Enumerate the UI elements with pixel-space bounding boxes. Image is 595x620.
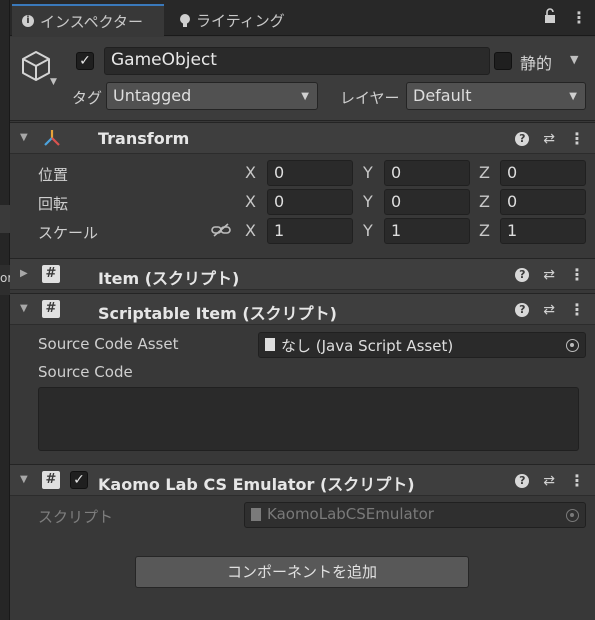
object-name-field[interactable]: GameObject	[104, 47, 490, 75]
kebab-menu-icon[interactable]: ⋮	[571, 8, 587, 28]
cube-icon[interactable]	[20, 49, 52, 87]
presets-icon[interactable]: ⇄	[543, 302, 555, 318]
source-code-asset-value: なし (Java Script Asset)	[281, 337, 454, 355]
position-x-field[interactable]: 0	[267, 160, 353, 186]
emulator-component-header[interactable]: ▼ # ✓ Kaomo Lab CS Emulator (スクリプト) ? ⇄ …	[10, 464, 595, 496]
transform-component-header[interactable]: ▼ Transform ? ⇄ ⋮	[10, 122, 595, 154]
layer-value: Default	[413, 86, 472, 105]
script-hash-icon: #	[42, 300, 60, 318]
axis-y-label: Y	[363, 192, 373, 211]
kebab-menu-icon[interactable]: ⋮	[569, 265, 585, 284]
component-enabled-checkbox[interactable]: ✓	[70, 471, 88, 489]
presets-icon[interactable]: ⇄	[543, 267, 555, 283]
position-label: 位置	[38, 166, 69, 184]
foldout-expanded-icon[interactable]: ▼	[20, 303, 28, 314]
inspector-panel: i インスペクター ライティング ⋮ ▼ ✓ GameObject 静的 ▼ タ…	[10, 0, 595, 620]
tag-dropdown[interactable]: Untagged ▼	[106, 82, 318, 110]
scale-y-field[interactable]: 1	[384, 218, 470, 244]
component-tools: ? ⇄ ⋮	[515, 129, 585, 148]
tag-value: Untagged	[113, 86, 192, 105]
tab-tools: ⋮	[543, 8, 587, 28]
help-icon[interactable]: ?	[515, 473, 530, 488]
component-title: Item (スクリプト)	[98, 269, 240, 288]
script-label: スクリプト	[38, 508, 114, 526]
rotation-y-field[interactable]: 0	[384, 189, 470, 215]
rotation-label: 回転	[38, 195, 69, 213]
left-panel-row: or	[0, 265, 12, 295]
position-z-field[interactable]: 0	[500, 160, 586, 186]
tab-inspector[interactable]: i インスペクター	[12, 4, 164, 36]
tab-lighting[interactable]: ライティング	[170, 4, 295, 36]
component-tools: ? ⇄ ⋮	[515, 265, 585, 284]
presets-icon[interactable]: ⇄	[543, 131, 555, 147]
gameobject-header: ▼ ✓ GameObject 静的 ▼ タグ Untagged ▼ レイヤー D…	[10, 37, 595, 121]
tab-label: ライティング	[196, 11, 285, 30]
script-hash-icon: #	[42, 265, 60, 283]
static-checkbox[interactable]	[494, 52, 512, 70]
rotation-z-field[interactable]: 0	[500, 189, 586, 215]
active-checkbox[interactable]: ✓	[76, 52, 94, 70]
scale-x-field[interactable]: 1	[267, 218, 353, 244]
object-picker-icon	[566, 509, 579, 522]
left-panel-edge: or	[0, 0, 12, 620]
foldout-expanded-icon[interactable]: ▼	[20, 474, 28, 485]
component-tools: ? ⇄ ⋮	[515, 300, 585, 319]
kebab-menu-icon[interactable]: ⋮	[569, 129, 585, 148]
help-icon[interactable]: ?	[515, 267, 530, 282]
rotation-x-field[interactable]: 0	[267, 189, 353, 215]
kebab-menu-icon[interactable]: ⋮	[569, 300, 585, 319]
scale-label: スケール	[38, 224, 99, 242]
axis-y-label: Y	[363, 221, 373, 240]
source-code-textarea[interactable]	[38, 387, 579, 451]
tab-bar: i インスペクター ライティング ⋮	[10, 0, 595, 36]
lightbulb-icon	[180, 14, 190, 27]
info-icon: i	[22, 15, 34, 27]
foldout-expanded-icon[interactable]: ▼	[20, 132, 28, 143]
tab-label: インスペクター	[40, 12, 144, 31]
document-icon	[265, 338, 275, 351]
object-picker-icon[interactable]	[566, 339, 579, 352]
link-icon[interactable]	[211, 222, 231, 242]
axis-x-label: X	[245, 221, 256, 240]
add-component-button[interactable]: コンポーネントを追加	[135, 556, 469, 588]
source-code-label: Source Code	[38, 363, 133, 381]
tag-label: タグ	[72, 89, 103, 107]
left-panel-selected-row	[0, 205, 10, 233]
foldout-collapsed-icon[interactable]: ▶	[20, 268, 28, 279]
axis-x-label: X	[245, 163, 256, 182]
script-value: KaomoLabCSEmulator	[267, 505, 434, 523]
layer-dropdown[interactable]: Default ▼	[406, 82, 586, 110]
help-icon[interactable]: ?	[515, 302, 530, 317]
component-tools: ? ⇄ ⋮	[515, 471, 585, 490]
static-dropdown-icon[interactable]: ▼	[570, 53, 578, 66]
component-title: Transform	[98, 129, 190, 148]
document-icon	[251, 508, 261, 521]
axis-z-label: Z	[479, 221, 490, 240]
transform-icon	[42, 129, 62, 151]
scriptable-item-component-header[interactable]: ▼ # Scriptable Item (スクリプト) ? ⇄ ⋮	[10, 293, 595, 325]
chevron-down-icon: ▼	[301, 91, 309, 102]
axis-x-label: X	[245, 192, 256, 211]
source-code-asset-label: Source Code Asset	[38, 335, 179, 353]
help-icon[interactable]: ?	[515, 131, 530, 146]
axis-z-label: Z	[479, 163, 490, 182]
item-component-header[interactable]: ▶ # Item (スクリプト) ? ⇄ ⋮	[10, 258, 595, 290]
component-title: Scriptable Item (スクリプト)	[98, 304, 337, 323]
script-hash-icon: #	[42, 471, 60, 489]
component-title: Kaomo Lab CS Emulator (スクリプト)	[98, 475, 415, 494]
icon-dropdown-arrow-icon[interactable]: ▼	[50, 77, 57, 87]
presets-icon[interactable]: ⇄	[543, 473, 555, 489]
axis-z-label: Z	[479, 192, 490, 211]
scale-z-field[interactable]: 1	[500, 218, 586, 244]
layer-label: レイヤー	[340, 89, 400, 107]
kebab-menu-icon[interactable]: ⋮	[569, 471, 585, 490]
lock-icon[interactable]	[543, 8, 557, 28]
source-code-asset-field[interactable]: なし (Java Script Asset)	[258, 332, 586, 358]
position-y-field[interactable]: 0	[384, 160, 470, 186]
axis-y-label: Y	[363, 163, 373, 182]
chevron-down-icon: ▼	[569, 91, 577, 102]
script-field: KaomoLabCSEmulator	[244, 502, 586, 528]
static-label: 静的	[520, 54, 553, 73]
